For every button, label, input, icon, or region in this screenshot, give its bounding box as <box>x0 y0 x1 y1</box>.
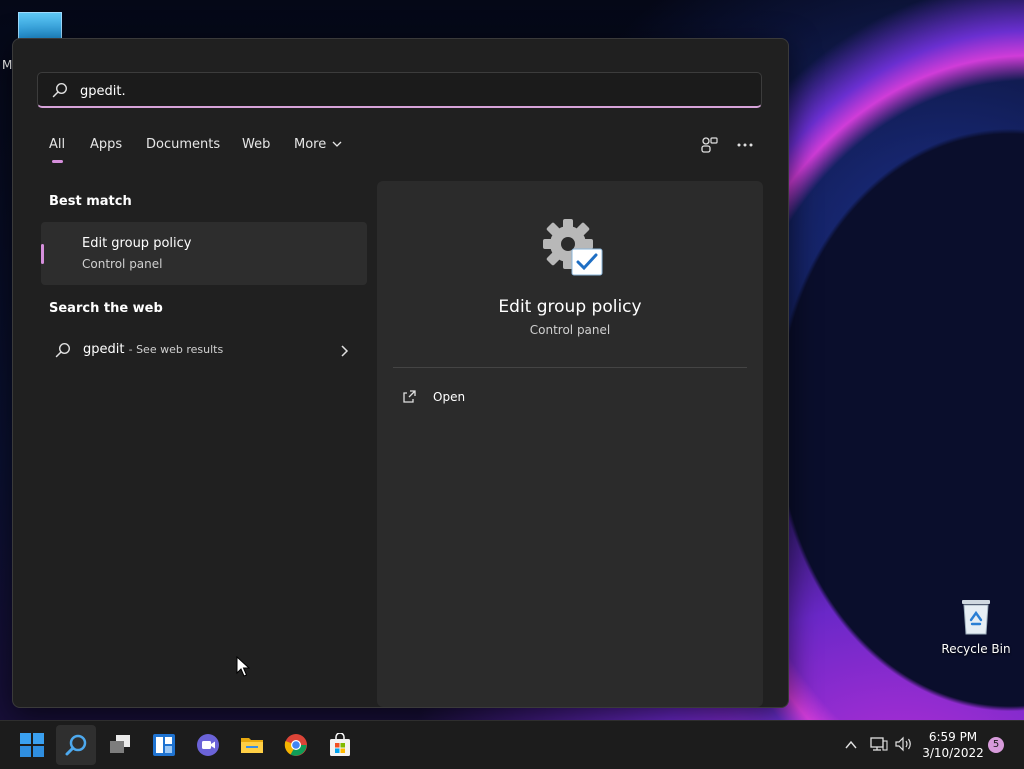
volume-button[interactable] <box>895 736 913 756</box>
best-match-title: Edit group policy <box>82 236 192 251</box>
preview-title: Edit group policy <box>498 297 642 317</box>
widgets-button[interactable] <box>144 725 184 765</box>
file-explorer-button[interactable] <box>232 725 272 765</box>
open-external-icon <box>403 390 416 403</box>
clock-time: 6:59 PM <box>928 730 978 744</box>
search-icon <box>52 82 68 102</box>
best-match-result[interactable]: Edit group policy Control panel <box>41 222 367 285</box>
search-panel: All Apps Documents Web More Best match E… <box>12 38 789 708</box>
tab-more[interactable]: More <box>294 137 342 152</box>
best-match-heading: Best match <box>49 194 132 209</box>
feedback-icon <box>701 137 718 153</box>
preview-divider <box>393 367 747 368</box>
network-button[interactable] <box>870 736 888 756</box>
best-match-subtitle: Control panel <box>82 257 163 271</box>
chevron-down-icon <box>332 141 342 147</box>
chevron-right-icon <box>339 343 349 362</box>
share-feedback-button[interactable] <box>699 135 719 159</box>
clock[interactable]: 6:59 PM 3/10/2022 <box>918 729 988 761</box>
taskbar: 6:59 PM 3/10/2022 5 <box>0 720 1024 769</box>
chevron-up-icon <box>845 740 857 749</box>
show-hidden-icons-button[interactable] <box>844 737 858 756</box>
teams-chat-icon <box>197 734 219 756</box>
tab-documents[interactable]: Documents <box>146 137 220 152</box>
chrome-icon <box>284 734 307 756</box>
tab-more-label: More <box>294 137 327 152</box>
result-preview-pane: Edit group policy Control panel Open <box>377 181 763 707</box>
teams-chat-button[interactable] <box>188 725 228 765</box>
tab-all[interactable]: All <box>49 137 65 163</box>
recycle-bin-label: Recycle Bin <box>941 642 1011 656</box>
start-icon <box>20 733 44 757</box>
more-options-button[interactable] <box>735 135 755 159</box>
group-policy-gear-icon <box>541 217 603 281</box>
network-icon <box>870 737 888 751</box>
search-input[interactable] <box>78 79 742 103</box>
web-result-query: gpedit <box>83 342 125 357</box>
web-search-result[interactable]: gpedit - See web results <box>41 335 367 365</box>
open-action-label: Open <box>433 390 466 404</box>
search-box[interactable] <box>37 72 762 108</box>
tab-apps[interactable]: Apps <box>90 137 122 152</box>
preview-subtitle: Control panel <box>529 323 611 337</box>
widgets-icon <box>153 734 175 756</box>
search-web-heading: Search the web <box>49 301 163 316</box>
store-button[interactable] <box>320 725 360 765</box>
chrome-button[interactable] <box>276 725 316 765</box>
taskbar-search-button[interactable] <box>56 725 96 765</box>
search-icon <box>55 342 71 362</box>
ellipsis-icon <box>737 143 753 147</box>
clock-date: 3/10/2022 <box>922 746 984 760</box>
selection-indicator <box>41 244 44 264</box>
mouse-cursor-icon <box>236 655 251 682</box>
start-button[interactable] <box>12 725 52 765</box>
recycle-bin-icon <box>958 596 994 636</box>
store-icon <box>330 733 350 756</box>
volume-icon <box>895 736 911 752</box>
search-icon <box>65 734 87 756</box>
task-view-button[interactable] <box>100 725 140 765</box>
web-result-text: gpedit - See web results <box>83 342 223 357</box>
task-view-icon <box>110 735 130 753</box>
web-result-suffix: - See web results <box>128 343 224 356</box>
tab-web[interactable]: Web <box>242 137 270 152</box>
desktop-shortcut-label: M <box>2 58 13 72</box>
notification-badge[interactable]: 5 <box>988 737 1004 753</box>
recycle-bin[interactable]: Recycle Bin <box>940 596 1012 656</box>
file-explorer-icon <box>241 738 263 753</box>
